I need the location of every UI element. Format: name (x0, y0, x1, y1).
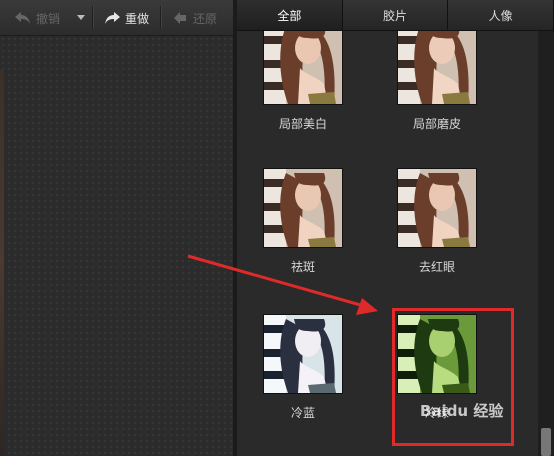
watermark: Baidu 经验 (420, 402, 504, 420)
annotation-arrow (187, 254, 378, 315)
